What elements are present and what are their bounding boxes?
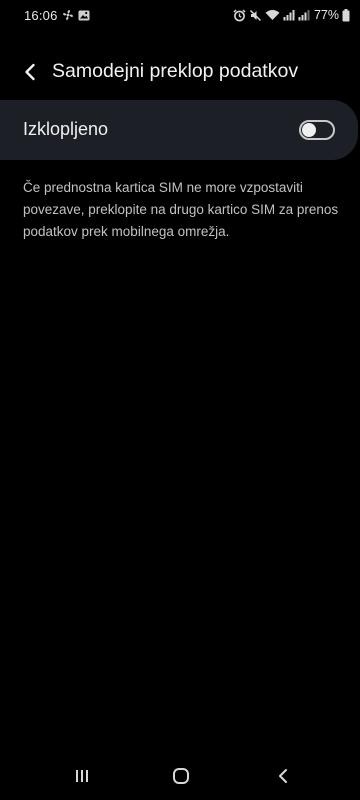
wifi-icon xyxy=(265,9,280,21)
auto-data-switch-toggle[interactable] xyxy=(299,120,335,140)
toggle-label: Izklopljeno xyxy=(23,119,109,139)
status-left-icons xyxy=(62,9,90,21)
status-time: 16:06 xyxy=(24,8,58,23)
image-icon xyxy=(78,10,90,21)
alarm-icon xyxy=(233,8,246,22)
back-icon xyxy=(279,769,287,783)
recent-apps-button[interactable] xyxy=(68,764,96,788)
back-button[interactable] xyxy=(14,56,46,88)
fan-icon xyxy=(62,9,74,21)
description-text: Če prednostna kartica SIM ne more vzpost… xyxy=(23,180,339,239)
switch-knob xyxy=(302,123,316,137)
recent-apps-icon xyxy=(76,770,88,782)
battery-percentage: 77% xyxy=(313,8,339,22)
signal-icon xyxy=(298,9,310,21)
status-bar: 16:06 77% xyxy=(0,0,360,32)
chevron-left-icon xyxy=(25,63,35,81)
header: Samodejni preklop podatkov xyxy=(0,52,360,92)
signal-icon xyxy=(283,9,295,21)
auto-data-switch-row[interactable]: Izklopljeno xyxy=(0,100,358,160)
battery-icon xyxy=(342,8,350,22)
nav-back-button[interactable] xyxy=(269,764,297,788)
page-title: Samodejni preklop podatkov xyxy=(52,60,299,82)
status-right-icons: 77% xyxy=(233,8,350,22)
home-button[interactable] xyxy=(167,764,195,788)
navigation-bar xyxy=(0,752,360,800)
mute-icon xyxy=(249,9,262,22)
home-icon xyxy=(173,768,189,784)
